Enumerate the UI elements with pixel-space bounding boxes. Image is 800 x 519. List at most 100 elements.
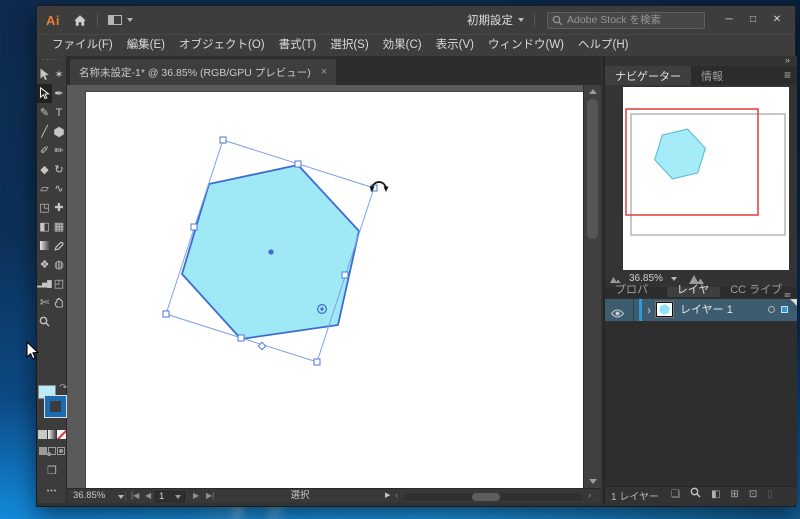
home-icon[interactable]	[73, 14, 87, 27]
menu-item-3[interactable]: 書式(T)	[272, 35, 324, 56]
layer-target-icon[interactable]	[768, 306, 775, 313]
collapse-panels-icon[interactable]: »	[605, 56, 797, 66]
slice-tool[interactable]: ✄	[37, 293, 52, 312]
menu-item-7[interactable]: ウィンドウ(W)	[481, 35, 571, 56]
locate-object-icon[interactable]	[690, 487, 701, 504]
minimize-button[interactable]: ─	[717, 11, 741, 29]
selection-handle[interactable]	[163, 311, 169, 317]
zoom-menu-chevron[interactable]	[118, 495, 124, 499]
artboard-list-chevron[interactable]	[175, 495, 181, 499]
menu-item-0[interactable]: ファイル(F)	[45, 35, 120, 56]
layer-thumbnail[interactable]	[656, 302, 673, 317]
shaper-tool[interactable]: ◆	[37, 160, 52, 179]
scroll-right-icon[interactable]: ›	[588, 489, 591, 503]
collect-for-export-icon[interactable]: ❏	[671, 487, 680, 504]
gradient-button[interactable]	[48, 430, 57, 439]
paintbrush-tool[interactable]: ✐	[37, 141, 52, 160]
magic-wand-tool[interactable]: ✶	[52, 65, 66, 84]
first-artboard-button[interactable]: |◀	[131, 489, 139, 503]
polygon-tool[interactable]	[52, 122, 66, 141]
navigator-zoom-chevron[interactable]	[671, 277, 677, 281]
screen-mode-icon[interactable]: ❐	[37, 464, 67, 477]
close-tab-icon[interactable]: ×	[321, 66, 327, 78]
color-button[interactable]	[38, 430, 47, 439]
free-transform-tool[interactable]: ◳	[37, 198, 52, 217]
layer-name[interactable]: レイヤー 1	[680, 299, 733, 321]
layer-row[interactable]: › レイヤー 1	[605, 299, 797, 321]
width-tool[interactable]: ∿	[52, 179, 66, 198]
menu-item-5[interactable]: 効果(C)	[376, 35, 429, 56]
new-sublayer-icon[interactable]: ⊞	[730, 487, 738, 504]
last-artboard-button[interactable]: ▶|	[206, 489, 214, 503]
eyedropper-tool[interactable]	[52, 236, 66, 255]
curvature-tool[interactable]: ✎	[37, 103, 52, 122]
line-segment-tool[interactable]: ╱	[37, 122, 52, 141]
horizontal-scroll-thumb[interactable]	[472, 493, 500, 501]
scroll-up-icon[interactable]	[589, 89, 597, 94]
toolbar-drag-handle[interactable]	[37, 56, 66, 65]
status-zoom-level[interactable]: 36.85%	[73, 489, 105, 503]
menu-item-6[interactable]: 表示(V)	[429, 35, 481, 56]
selection-handle[interactable]	[295, 161, 301, 167]
swap-fill-stroke-icon[interactable]: ↷	[59, 382, 67, 393]
menu-item-1[interactable]: 編集(E)	[120, 35, 172, 56]
search-input[interactable]	[567, 14, 704, 26]
menu-item-4[interactable]: 選択(S)	[323, 35, 375, 56]
navigator-tab-1[interactable]: 情報	[691, 66, 733, 85]
more-tools-button[interactable]: •••	[37, 488, 67, 495]
close-button[interactable]: ✕	[765, 11, 789, 29]
puppet-warp-tool[interactable]: ✚	[52, 198, 66, 217]
menu-item-8[interactable]: ヘルプ(H)	[571, 35, 635, 56]
arrange-documents-icon[interactable]	[108, 15, 122, 25]
clipping-mask-icon[interactable]: ◧	[711, 487, 720, 504]
artboard-tool[interactable]: ◰	[52, 274, 66, 293]
canvas[interactable]	[67, 85, 583, 488]
none-button[interactable]	[57, 430, 66, 439]
horizontal-scrollbar[interactable]	[404, 493, 583, 501]
stroke-color-swatch[interactable]	[45, 396, 66, 417]
hand-tool[interactable]	[52, 293, 66, 312]
rotate-tool[interactable]: ↻	[52, 160, 66, 179]
mesh-tool[interactable]: ▦	[52, 217, 66, 236]
visibility-eye-icon[interactable]	[611, 305, 624, 323]
menu-item-2[interactable]: オブジェクト(O)	[172, 35, 272, 56]
selection-handle[interactable]	[238, 335, 244, 341]
vertical-scrollbar[interactable]	[583, 85, 601, 488]
selection-handle[interactable]	[314, 359, 320, 365]
artboard-number-field[interactable]: 1	[155, 491, 185, 502]
navigator-preview[interactable]	[605, 85, 799, 270]
gradient-tool[interactable]	[37, 236, 52, 255]
draw-inside-icon[interactable]	[57, 447, 65, 455]
symbol-sprayer-tool[interactable]: ◍	[52, 255, 66, 274]
pen-tool[interactable]: ✒	[52, 84, 66, 103]
next-artboard-button[interactable]: ▶	[193, 489, 199, 503]
layer-selection-indicator[interactable]	[781, 306, 788, 313]
maximize-button[interactable]: □	[741, 11, 765, 29]
vertical-scroll-thumb[interactable]	[587, 99, 598, 239]
zoom-tool[interactable]	[37, 312, 52, 331]
selection-handle[interactable]	[342, 272, 348, 278]
status-flyout-icon[interactable]: ▶	[385, 489, 390, 503]
prev-artboard-button[interactable]: ◀	[145, 489, 151, 503]
selection-handle[interactable]	[191, 224, 197, 230]
expand-layer-icon[interactable]: ›	[647, 299, 651, 321]
pencil-tool[interactable]: ✏	[52, 141, 66, 160]
panel-menu-icon[interactable]: ≡	[784, 66, 791, 85]
selection-tool[interactable]	[37, 65, 52, 84]
shape-builder-tool[interactable]: ◧	[37, 217, 52, 236]
shape-center-point[interactable]	[268, 249, 273, 254]
column-graph-tool[interactable]: ▂▅█	[37, 274, 52, 293]
document-tab[interactable]: 名称未設定-1* @ 36.85% (RGB/GPU プレビュー) ×	[70, 59, 336, 85]
draw-behind-icon[interactable]	[48, 447, 56, 455]
workspace-switcher[interactable]: 初期設定	[467, 12, 524, 28]
scroll-left-icon[interactable]: ‹	[395, 489, 398, 503]
type-tool[interactable]: T	[52, 103, 66, 122]
scroll-down-icon[interactable]	[589, 479, 597, 484]
scale-tool[interactable]: ▱	[37, 179, 52, 198]
blend-tool[interactable]: ❖	[37, 255, 52, 274]
adobe-stock-search[interactable]	[547, 12, 705, 29]
chevron-down-icon[interactable]	[127, 18, 133, 22]
draw-normal-icon[interactable]	[39, 447, 47, 455]
navigator-tab-0[interactable]: ナビゲーター	[605, 66, 691, 85]
new-layer-icon[interactable]: ⊡	[749, 487, 757, 504]
